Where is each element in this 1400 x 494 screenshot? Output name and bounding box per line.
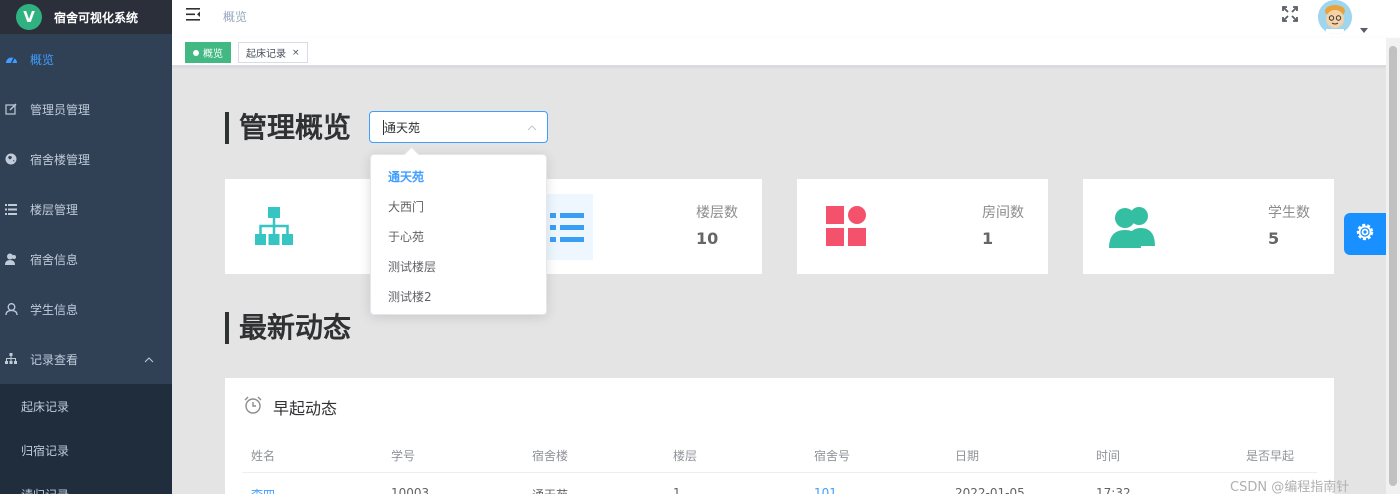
table-cell: 通天苑 xyxy=(532,486,568,494)
sidebar-item-label: 管理员管理 xyxy=(30,102,91,117)
dashboard-icon xyxy=(4,52,18,66)
overview-title: 管理概览 xyxy=(225,112,351,144)
close-icon[interactable]: × xyxy=(292,48,300,58)
select-option[interactable]: 测试楼2 xyxy=(371,281,546,311)
table-header-cell: 学号 xyxy=(391,449,416,463)
building-select-dropdown: 通天苑 大西门 于心苑 测试楼层 测试楼2 xyxy=(370,154,547,315)
sidebar-item-label: 记录查看 xyxy=(30,352,79,367)
stat-card-rooms[interactable]: 房间数 1 xyxy=(797,179,1048,274)
chevron-up-icon xyxy=(144,352,154,366)
select-option[interactable]: 通天苑 xyxy=(371,161,546,191)
select-option[interactable]: 于心苑 xyxy=(371,221,546,251)
stat-card-students[interactable]: 学生数 5 xyxy=(1083,179,1334,274)
tag-overview[interactable]: 概览 xyxy=(185,42,231,63)
early-rise-panel: 早起动态 姓名 学号 宿舍楼 楼层 宿舍号 日期 时间 是否早起 李四 1000… xyxy=(225,378,1334,494)
breadcrumb[interactable]: 概览 xyxy=(223,8,247,25)
list-icon xyxy=(541,194,593,260)
page-scrollbar[interactable] xyxy=(1386,38,1400,494)
caret-down-icon[interactable] xyxy=(1360,18,1368,37)
gear-icon xyxy=(1354,221,1376,247)
sidebar-item-label: 概览 xyxy=(30,52,55,67)
stat-card-floors[interactable]: 楼层数 10 xyxy=(511,179,762,274)
table-cell: 2022-01-05 xyxy=(955,486,1025,494)
stat-card-label: 学生数 xyxy=(1268,205,1310,221)
tag-label: 概览 xyxy=(203,49,223,60)
table-header-cell: 是否早起 xyxy=(1246,449,1295,463)
table-cell-name[interactable]: 李四 xyxy=(251,486,275,494)
table-cell: 17:32 xyxy=(1096,486,1131,494)
users-icon xyxy=(1107,201,1157,251)
stat-card-label: 楼层数 xyxy=(696,205,738,221)
table-header-cell: 楼层 xyxy=(673,449,698,463)
select-option[interactable]: 测试楼层 xyxy=(371,251,546,281)
tree-icon xyxy=(4,352,18,366)
peoples-icon xyxy=(4,302,18,316)
table-header-cell: 日期 xyxy=(955,449,980,463)
sidebar-item-overview[interactable]: 概览 xyxy=(0,34,172,84)
watermark: CSDN @编程指南针 xyxy=(1230,480,1350,494)
alarm-clock-icon xyxy=(243,395,263,419)
chevron-up-icon xyxy=(527,122,537,136)
navbar: 概览 xyxy=(172,0,1400,38)
sidebar-subitem-wakeup[interactable]: 起床记录 xyxy=(0,384,172,428)
sidebar-item-floor[interactable]: 楼层管理 xyxy=(0,184,172,234)
sidebar-item-dorm[interactable]: 宿舍信息 xyxy=(0,234,172,284)
active-dot-icon xyxy=(193,49,199,56)
hamburger-icon[interactable] xyxy=(186,6,200,25)
table-cell-room[interactable]: 101 xyxy=(814,486,837,494)
table-header-cell: 宿舍号 xyxy=(814,449,851,463)
records-submenu: 起床记录 归宿记录 请归记录 xyxy=(0,384,172,494)
list-icon xyxy=(4,202,18,216)
shapes-icon xyxy=(821,201,871,251)
settings-button[interactable] xyxy=(1344,213,1386,255)
tag-wakeup-record[interactable]: 起床记录 × xyxy=(238,42,308,63)
sidebar-item-building[interactable]: 宿舍楼管理 xyxy=(0,134,172,184)
sidebar-item-student[interactable]: 学生信息 xyxy=(0,284,172,334)
sidebar-item-label: 楼层管理 xyxy=(30,202,79,217)
sidebar-subitem-return[interactable]: 归宿记录 xyxy=(0,428,172,472)
news-title: 最新动态 xyxy=(225,312,351,344)
hierarchy-icon xyxy=(249,201,299,251)
scrollbar-thumb[interactable] xyxy=(1389,46,1397,486)
logo-bar[interactable]: V 宿舍可视化系统 xyxy=(0,0,172,34)
table-cell: 1 xyxy=(673,486,681,494)
tag-label: 起床记录 xyxy=(246,49,286,60)
sidebar-subitem-leave[interactable]: 请归记录 xyxy=(0,472,172,494)
app-title: 宿舍可视化系统 xyxy=(54,10,139,25)
text-cursor xyxy=(383,120,384,135)
table-cell: 10003 xyxy=(391,486,430,494)
building-select-value: 通天苑 xyxy=(384,120,421,135)
table-header-cell: 时间 xyxy=(1096,449,1121,463)
table-header-cell: 姓名 xyxy=(251,449,276,463)
panel-title: 早起动态 xyxy=(273,399,338,418)
sidebar: V 宿舍可视化系统 概览 管理员管理 宿舍楼管理 楼层管理 宿舍信息 学生信息 … xyxy=(0,0,172,494)
table-header-cell: 宿舍楼 xyxy=(532,449,569,463)
edit-icon xyxy=(4,102,18,116)
stat-card-label: 房间数 xyxy=(982,205,1024,221)
stat-card-value: 1 xyxy=(982,229,994,248)
avatar[interactable] xyxy=(1318,0,1352,34)
table-header: 姓名 学号 宿舍楼 楼层 宿舍号 日期 时间 是否早起 xyxy=(242,439,1317,473)
sidebar-item-label: 宿舍信息 xyxy=(30,252,79,267)
tags-view: 概览 起床记录 × xyxy=(172,38,1400,66)
building-select[interactable]: 通天苑 xyxy=(369,111,548,143)
stat-card-value: 5 xyxy=(1268,229,1280,248)
people-icon xyxy=(4,252,18,266)
sidebar-item-admin[interactable]: 管理员管理 xyxy=(0,84,172,134)
stat-card-value: 10 xyxy=(696,229,719,248)
globe-icon xyxy=(4,152,18,166)
sidebar-item-label: 学生信息 xyxy=(30,302,79,317)
sidebar-item-label: 宿舍楼管理 xyxy=(30,152,91,167)
select-option[interactable]: 大西门 xyxy=(371,191,546,221)
fullscreen-icon[interactable] xyxy=(1282,6,1298,26)
logo-icon: V xyxy=(16,4,42,30)
panel-header: 早起动态 xyxy=(243,395,337,419)
sidebar-item-records[interactable]: 记录查看 xyxy=(0,334,172,384)
